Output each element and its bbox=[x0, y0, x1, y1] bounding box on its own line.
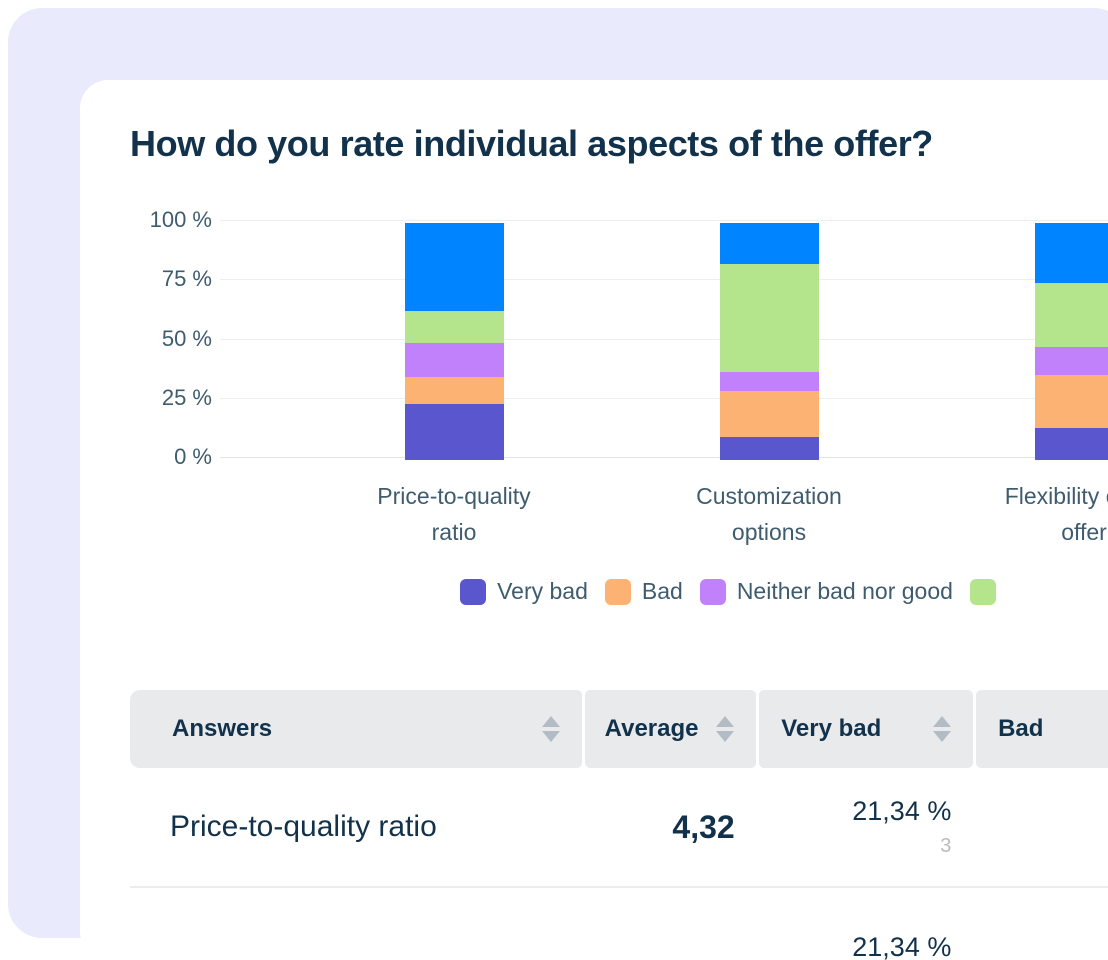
cell-very-bad: 21,34 % bbox=[760, 888, 974, 960]
x-axis-label: Customization options bbox=[669, 478, 869, 550]
table-row[interactable]: 21,34 % 21 bbox=[130, 888, 1108, 960]
legend-item[interactable]: Very bad bbox=[460, 578, 588, 605]
legend-label: Very bad bbox=[497, 578, 588, 605]
table-column-header[interactable]: Bad bbox=[976, 690, 1108, 768]
column-header-label: Very bad bbox=[781, 715, 881, 743]
legend-label: Neither bad nor good bbox=[737, 578, 953, 605]
bar-segment[interactable] bbox=[405, 223, 504, 311]
table-column-header[interactable]: Very bad bbox=[759, 690, 973, 768]
bar-1[interactable] bbox=[405, 223, 504, 460]
bar-segment[interactable] bbox=[1035, 347, 1108, 374]
bar-segment[interactable] bbox=[1035, 428, 1108, 460]
table-header-row: Answers Average Very bad Bad bbox=[130, 690, 1108, 768]
table-column-header[interactable]: Average bbox=[585, 690, 757, 768]
answer-label: Price-to-quality ratio bbox=[170, 810, 437, 844]
cell-bad: 21, bbox=[976, 768, 1108, 886]
bar-segment[interactable] bbox=[720, 223, 819, 264]
gridline bbox=[220, 398, 1108, 399]
average-value: 4,32 bbox=[672, 809, 734, 846]
sort-arrows-icon[interactable] bbox=[933, 716, 951, 742]
y-axis-tick: 50 % bbox=[162, 326, 212, 352]
bar-segment[interactable] bbox=[1035, 283, 1108, 347]
cell-bad: 21 bbox=[976, 888, 1108, 960]
cell-average: 4,32 bbox=[586, 768, 757, 886]
legend-item[interactable]: Neither bad nor good bbox=[700, 578, 953, 605]
table-column-header[interactable]: Answers bbox=[130, 690, 582, 768]
legend-item[interactable]: Bad bbox=[605, 578, 683, 605]
sort-arrows-icon[interactable] bbox=[716, 716, 734, 742]
stacked-bar-chart: 0 %25 %50 %75 %100 % Price-to-quality ra… bbox=[80, 220, 1108, 640]
plot-area bbox=[220, 220, 1108, 460]
legend-swatch-icon bbox=[970, 579, 996, 605]
gridline bbox=[220, 339, 1108, 340]
cell-average bbox=[586, 888, 757, 960]
gridline bbox=[220, 279, 1108, 280]
cell-very-bad: 21,34 % 3 bbox=[760, 768, 974, 886]
bar-segment[interactable] bbox=[405, 404, 504, 460]
y-axis-tick: 0 % bbox=[174, 444, 212, 470]
y-axis-tick: 100 % bbox=[150, 207, 212, 233]
bar-3[interactable] bbox=[1035, 223, 1108, 460]
response-count: 3 bbox=[940, 835, 951, 858]
sort-arrows-icon[interactable] bbox=[542, 716, 560, 742]
legend-swatch-icon bbox=[700, 579, 726, 605]
bar-segment[interactable] bbox=[720, 437, 819, 460]
cell-answer bbox=[130, 888, 583, 960]
page-title: How do you rate individual aspects of th… bbox=[130, 123, 933, 165]
bar-segment[interactable] bbox=[405, 311, 504, 343]
gridline bbox=[220, 220, 1108, 221]
bar-segment[interactable] bbox=[1035, 223, 1108, 283]
table-row[interactable]: Price-to-quality ratio 4,32 21,34 % 3 21, bbox=[130, 768, 1108, 888]
bar-segment[interactable] bbox=[720, 264, 819, 372]
survey-result-card: How do you rate individual aspects of th… bbox=[80, 80, 1108, 960]
x-axis-label: Price-to-quality ratio bbox=[354, 478, 554, 550]
table-body: Price-to-quality ratio4,3221,34 %321,21,… bbox=[130, 768, 1108, 960]
percentage-value: 21,34 % bbox=[852, 932, 951, 960]
bar-segment[interactable] bbox=[405, 343, 504, 377]
y-axis-tick: 25 % bbox=[162, 385, 212, 411]
y-axis-tick: 75 % bbox=[162, 266, 212, 292]
gridline bbox=[220, 457, 1108, 458]
column-header-label: Average bbox=[605, 715, 699, 743]
legend-label: Bad bbox=[642, 578, 683, 605]
x-axis-label: Flexibility of the offer bbox=[984, 478, 1108, 550]
bar-segment[interactable] bbox=[720, 391, 819, 437]
percentage-value: 21,34 % bbox=[852, 796, 951, 827]
legend-item[interactable] bbox=[970, 579, 996, 605]
cell-answer: Price-to-quality ratio bbox=[130, 768, 583, 886]
bar-segment[interactable] bbox=[720, 372, 819, 391]
bar-segment[interactable] bbox=[405, 377, 504, 404]
bar-2[interactable] bbox=[720, 223, 819, 460]
column-header-label: Bad bbox=[998, 715, 1043, 743]
chart-legend: Very bad Bad Neither bad nor good bbox=[80, 578, 1108, 605]
legend-swatch-icon bbox=[605, 579, 631, 605]
legend-swatch-icon bbox=[460, 579, 486, 605]
x-axis-category-labels: Price-to-quality ratio Customization opti… bbox=[220, 478, 1108, 568]
bar-segment[interactable] bbox=[1035, 375, 1108, 428]
column-header-label: Answers bbox=[172, 715, 272, 743]
y-axis: 0 %25 %50 %75 %100 % bbox=[80, 220, 220, 460]
